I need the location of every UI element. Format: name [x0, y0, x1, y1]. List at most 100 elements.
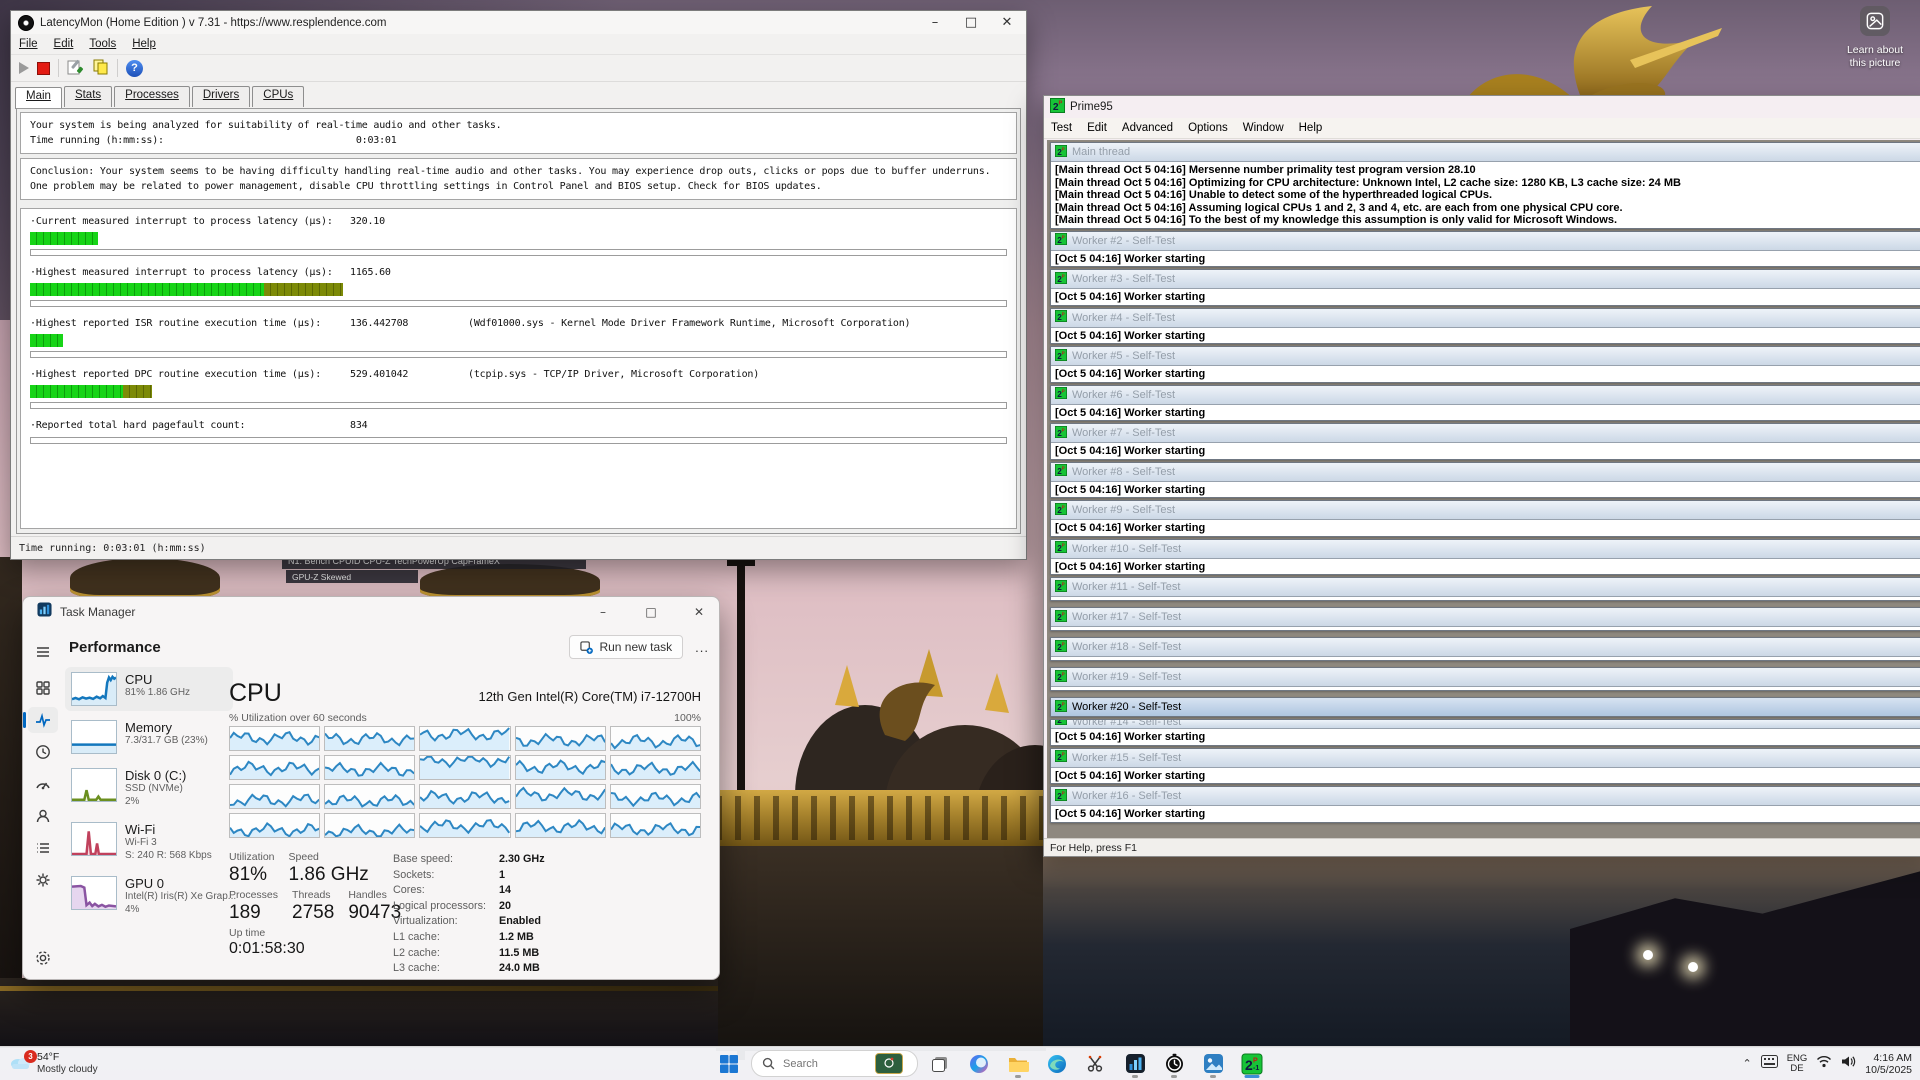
copy-report-icon[interactable]	[92, 58, 109, 78]
prime95-child-worker-20-self-test[interactable]: 2PWorker #20 - Self-Test	[1050, 697, 1920, 717]
prime95-child-worker-2-self-test[interactable]: 2PWorker #2 - Self-Test[Oct 5 04:16] Wor…	[1050, 231, 1920, 268]
prime95-child-worker-18-self-test[interactable]: 2PWorker #18 - Self-Test	[1050, 637, 1920, 661]
rail-item-startup-apps[interactable]	[28, 771, 58, 797]
search-daily-icon[interactable]	[875, 1053, 903, 1074]
rail-item-menu[interactable]	[28, 639, 58, 665]
rail-item-app-history[interactable]	[28, 739, 58, 765]
child-window-titlebar[interactable]: 2PWorker #4 - Self-Test	[1051, 309, 1920, 328]
latencymon-titlebar[interactable]: LatencyMon (Home Edition ) v 7.31 - http…	[11, 11, 1026, 34]
prime95-child-worker-10-self-test[interactable]: 2PWorker #10 - Self-Test[Oct 5 04:16] Wo…	[1050, 539, 1920, 576]
background-window-fragment-2[interactable]: GPU-Z Skewed	[286, 570, 418, 583]
rail-item-processes[interactable]	[28, 675, 58, 701]
taskbar-app-start[interactable]	[712, 1049, 746, 1078]
prime95-child-worker-9-self-test[interactable]: 2PWorker #9 - Self-Test[Oct 5 04:16] Wor…	[1050, 500, 1920, 537]
child-window-titlebar[interactable]: 2PWorker #14 - Self-Test	[1051, 720, 1920, 729]
child-window-titlebar[interactable]: 2PWorker #7 - Self-Test	[1051, 424, 1920, 443]
child-window-titlebar[interactable]: 2PWorker #20 - Self-Test	[1051, 698, 1920, 716]
language-switcher[interactable]: ENG DE	[1787, 1054, 1808, 1074]
prime95-child-worker-17-self-test[interactable]: 2PWorker #17 - Self-Test	[1050, 607, 1920, 631]
close-icon[interactable]: ✕	[992, 12, 1022, 33]
help-icon[interactable]: ?	[126, 60, 143, 77]
rail-item-details[interactable]	[28, 835, 58, 861]
prime95-child-worker-11-self-test[interactable]: 2PWorker #11 - Self-Test	[1050, 577, 1920, 601]
sidebar-item-memory[interactable]: Memory7.3/31.7 GB (23%)	[65, 715, 233, 759]
maximize-icon[interactable]: □	[631, 598, 671, 626]
prime95-child-worker-16-self-test[interactable]: 2PWorker #16 - Self-Test[Oct 5 04:16] Wo…	[1050, 786, 1920, 823]
prime95-child-worker-7-self-test[interactable]: 2PWorker #7 - Self-Test[Oct 5 04:16] Wor…	[1050, 423, 1920, 460]
weather-widget[interactable]: 3 54°F Mostly cloudy	[8, 1049, 98, 1078]
menu-item-help[interactable]: Help	[132, 38, 156, 50]
child-window-titlebar[interactable]: 2PWorker #3 - Self-Test	[1051, 270, 1920, 289]
tab-cpus[interactable]: CPUs	[252, 86, 304, 107]
child-window-titlebar[interactable]: 2PWorker #15 - Self-Test	[1051, 749, 1920, 768]
sidebar-item-gpu-0[interactable]: GPU 0Intel(R) Iris(R) Xe Grap...4%	[65, 871, 233, 921]
child-window-titlebar[interactable]: 2PWorker #10 - Self-Test	[1051, 540, 1920, 559]
menu-item-help[interactable]: Help	[1299, 122, 1323, 134]
taskbar-app-latencymon[interactable]	[1157, 1049, 1191, 1078]
search-input[interactable]	[781, 1057, 869, 1071]
sidebar-item-wi-fi[interactable]: Wi-FiWi-Fi 3S: 240 R: 568 Kbps	[65, 817, 233, 867]
clock-widget[interactable]: 4:16 AM 10/5/2025	[1865, 1052, 1912, 1076]
rail-item-users[interactable]	[28, 803, 58, 829]
spotlight-picture-icon[interactable]	[1860, 6, 1890, 36]
options-tool-icon[interactable]	[67, 58, 84, 78]
child-window-titlebar[interactable]: 2PWorker #9 - Self-Test	[1051, 501, 1920, 520]
child-window-titlebar[interactable]: 2PMain thread	[1051, 143, 1920, 162]
maximize-icon[interactable]: □	[956, 12, 986, 33]
prime95-child-worker-3-self-test[interactable]: 2PWorker #3 - Self-Test[Oct 5 04:16] Wor…	[1050, 269, 1920, 306]
child-window-titlebar[interactable]: 2PWorker #11 - Self-Test	[1051, 578, 1920, 597]
stop-monitor-icon[interactable]	[37, 62, 50, 75]
taskbar-app-task-view[interactable]	[923, 1049, 957, 1078]
prime95-child-worker-14-self-test[interactable]: 2PWorker #14 - Self-Test[Oct 5 04:16] Wo…	[1050, 719, 1920, 746]
tab-stats[interactable]: Stats	[64, 86, 112, 107]
taskbar-app-copilot[interactable]	[962, 1049, 996, 1078]
child-window-titlebar[interactable]: 2PWorker #17 - Self-Test	[1051, 608, 1920, 627]
tab-main[interactable]: Main	[15, 87, 62, 109]
rail-item-services[interactable]	[28, 867, 58, 893]
menu-item-advanced[interactable]: Advanced	[1122, 122, 1173, 134]
child-window-titlebar[interactable]: 2PWorker #5 - Self-Test	[1051, 347, 1920, 366]
menu-item-window[interactable]: Window	[1243, 122, 1284, 134]
child-window-titlebar[interactable]: 2PWorker #6 - Self-Test	[1051, 386, 1920, 405]
menu-item-edit[interactable]: Edit	[54, 38, 74, 50]
sidebar-item-cpu[interactable]: CPU81% 1.86 GHz	[65, 667, 233, 711]
tray-overflow-icon[interactable]: ⌃	[1742, 1057, 1751, 1070]
prime95-child-worker-5-self-test[interactable]: 2PWorker #5 - Self-Test[Oct 5 04:16] Wor…	[1050, 346, 1920, 383]
wifi-icon[interactable]	[1816, 1055, 1832, 1073]
rail-item-settings[interactable]	[28, 945, 58, 971]
minimize-icon[interactable]: –	[583, 598, 623, 626]
taskbar-app-file-explorer[interactable]	[1001, 1049, 1035, 1078]
prime95-child-main-thread[interactable]: 2PMain thread[Main thread Oct 5 04:16] M…	[1050, 142, 1920, 229]
tab-drivers[interactable]: Drivers	[192, 86, 250, 107]
volume-icon[interactable]	[1841, 1055, 1856, 1073]
prime95-child-worker-6-self-test[interactable]: 2PWorker #6 - Self-Test[Oct 5 04:16] Wor…	[1050, 385, 1920, 422]
menu-item-options[interactable]: Options	[1188, 122, 1228, 134]
minimize-icon[interactable]: –	[920, 12, 950, 33]
taskbar-app-snipping-tool[interactable]	[1079, 1049, 1113, 1078]
menu-item-test[interactable]: Test	[1051, 122, 1072, 134]
prime95-child-worker-19-self-test[interactable]: 2PWorker #19 - Self-Test	[1050, 667, 1920, 691]
menu-item-edit[interactable]: Edit	[1087, 122, 1107, 134]
touch-keyboard-icon[interactable]	[1761, 1055, 1778, 1073]
task-manager-titlebar[interactable]: Task Manager – □ ✕	[23, 597, 719, 627]
child-window-titlebar[interactable]: 2PWorker #19 - Self-Test	[1051, 668, 1920, 687]
learn-about-picture-widget[interactable]: Learn about this picture	[1840, 6, 1910, 70]
taskbar-search[interactable]	[751, 1050, 918, 1077]
taskbar-app-prime95[interactable]: 2P-1	[1235, 1049, 1269, 1078]
prime95-child-worker-15-self-test[interactable]: 2PWorker #15 - Self-Test[Oct 5 04:16] Wo…	[1050, 748, 1920, 785]
sidebar-item-disk-0-c-[interactable]: Disk 0 (C:)SSD (NVMe)2%	[65, 763, 233, 813]
taskbar-app-photos[interactable]	[1196, 1049, 1230, 1078]
child-window-titlebar[interactable]: 2PWorker #16 - Self-Test	[1051, 787, 1920, 806]
prime95-titlebar[interactable]: 2P Prime95	[1044, 96, 1920, 118]
run-new-task-button[interactable]: Run new task	[569, 635, 683, 659]
tab-processes[interactable]: Processes	[114, 86, 190, 107]
taskbar-app-task-manager[interactable]	[1118, 1049, 1152, 1078]
rail-item-performance[interactable]	[28, 707, 58, 733]
menu-item-tools[interactable]: Tools	[89, 38, 116, 50]
menu-item-file[interactable]: File	[19, 38, 38, 50]
taskbar-app-edge[interactable]	[1040, 1049, 1074, 1078]
more-options-button[interactable]: ...	[695, 640, 709, 655]
child-window-titlebar[interactable]: 2PWorker #2 - Self-Test	[1051, 232, 1920, 251]
start-monitor-icon[interactable]	[19, 62, 29, 74]
child-window-titlebar[interactable]: 2PWorker #18 - Self-Test	[1051, 638, 1920, 657]
